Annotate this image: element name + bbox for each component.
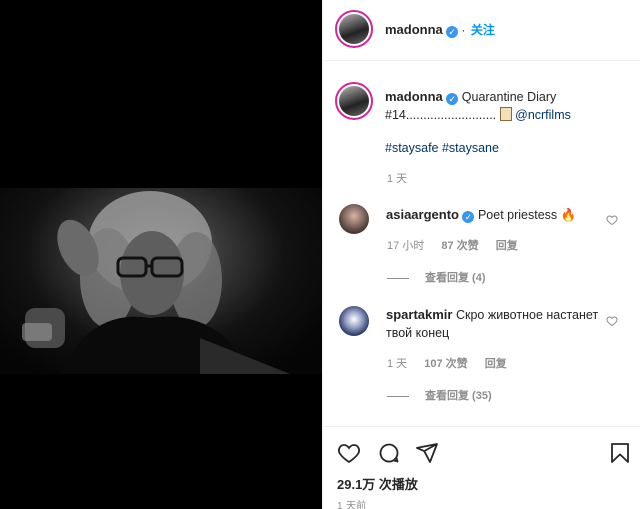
caption-mention-link[interactable]: @ncrfilms [515,108,571,122]
post-timestamp[interactable]: 1 天前 [337,497,367,509]
video-player[interactable] [0,188,322,374]
post-actions: 29.1万 次播放 1 天前 [323,426,640,509]
comment-body: asiaargento ✓ Poet priestess 🔥 [386,206,606,224]
comments-list[interactable]: madonna ✓ Quarantine Diary #14..........… [323,62,640,426]
comment-likes[interactable]: 87 次赞 [441,240,478,252]
reply-button[interactable]: 回复 [485,358,507,370]
comment-username[interactable]: asiaargento [386,207,459,222]
caption-username[interactable]: madonna [385,89,443,104]
notepad-emoji-icon [499,107,512,121]
verified-badge-icon: ✓ [446,93,459,105]
comment-likes[interactable]: 107 次赞 [424,358,467,370]
comment-avatar[interactable] [339,306,369,336]
view-count[interactable]: 29.1万 次播放 [337,474,418,493]
comment-time[interactable]: 1 天 [387,358,407,370]
video-frame-image [22,191,290,374]
bookmark-icon[interactable] [608,441,632,465]
share-icon[interactable] [415,441,439,465]
follow-button[interactable]: 关注 [471,23,495,37]
header-username[interactable]: madonna [385,22,443,37]
view-replies-label: 查看回复 (35) [425,390,492,402]
comment-heart-icon[interactable] [606,315,618,327]
view-replies-label: 查看回复 (4) [425,272,486,284]
comment-time[interactable]: 17 小时 [387,240,424,252]
comment-username[interactable]: spartakmir [386,307,452,322]
view-replies-button[interactable]: 查看回复 (4) [387,269,486,285]
view-replies-button[interactable]: 查看回复 (35) [387,387,492,403]
post-media[interactable] [0,0,322,509]
comment-text: Poet priestess 🔥 [477,208,577,222]
header-user-row: madonna ✓ · 关注 [385,21,495,38]
comment-avatar[interactable] [339,204,369,234]
separator-dot: · [461,23,466,37]
caption-timestamp[interactable]: 1 天 [387,170,407,186]
comment-heart-icon[interactable] [606,214,618,226]
divider [387,395,409,397]
avatar[interactable] [335,10,373,48]
post-header: madonna ✓ · 关注 [323,0,640,61]
comment-icon[interactable] [377,441,401,465]
comment-body: spartakmir Скро животное настанет твой к… [386,306,606,342]
comment-meta: 1 天 107 次赞 回复 [387,355,521,371]
caption-text-block: madonna ✓ Quarantine Diary #14..........… [385,88,615,124]
verified-badge-icon: ✓ [462,211,475,223]
post-side-panel: madonna ✓ · 关注 madonna ✓ Quarantine Diar… [322,0,640,509]
caption-hashtags[interactable]: #staysafe #staysane [385,141,499,155]
reply-button[interactable]: 回复 [496,240,518,252]
verified-badge-icon: ✓ [446,26,459,38]
caption-avatar[interactable] [335,82,373,120]
comment-meta: 17 小时 87 次赞 回复 [387,237,532,253]
divider [387,277,409,279]
heart-icon[interactable] [337,441,361,465]
